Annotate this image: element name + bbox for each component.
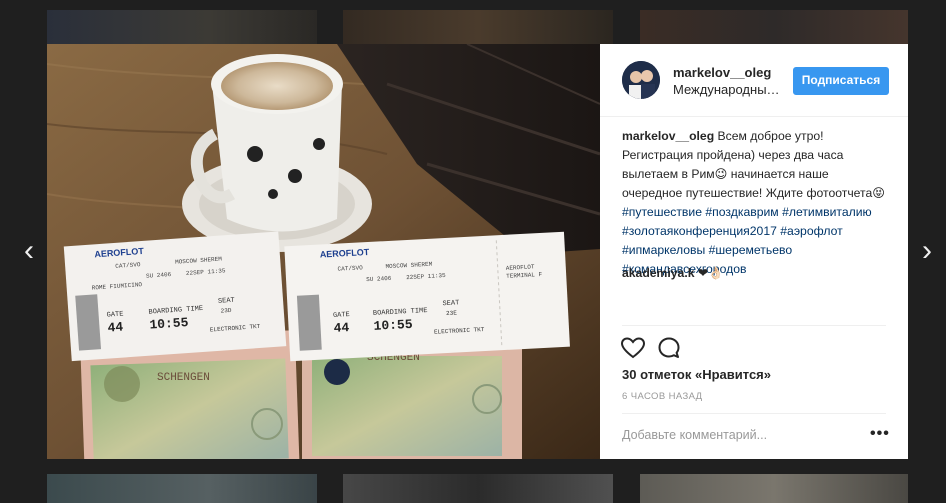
ticket-left-gate-label: GATE: [106, 310, 123, 319]
feed-thumbnail[interactable]: [640, 10, 908, 44]
post-location[interactable]: Международный аэропорт Шереметьево: [673, 82, 781, 97]
feed-thumbnail[interactable]: [640, 474, 908, 503]
feed-thumbnail[interactable]: [343, 474, 613, 503]
hashtag[interactable]: #шереметьево: [709, 243, 792, 257]
post-header: markelov__oleg Международный аэропорт Ше…: [600, 44, 908, 117]
post-timestamp: 6 ЧАСОВ НАЗАД: [622, 391, 703, 402]
post-photo[interactable]: SCHENGEN SCHENGEN AEROFLOT CAT/SVO MOSCO…: [47, 44, 600, 459]
likes-count[interactable]: 30 отметок «Нравится»: [622, 367, 771, 382]
post-photo-illustration: SCHENGEN SCHENGEN AEROFLOT CAT/SVO MOSCO…: [47, 44, 600, 459]
post-sidebar: markelov__oleg Международный аэропорт Ше…: [600, 44, 908, 459]
ticket-left-boarding-time: 10:55: [149, 315, 189, 333]
divider: [622, 413, 886, 414]
hashtag[interactable]: #путешествие: [622, 205, 702, 219]
follow-button[interactable]: Подписаться: [793, 67, 889, 95]
divider: [622, 325, 886, 326]
avatar[interactable]: [622, 61, 660, 99]
post-caption: markelov__oleg Всем доброе утро! Регистр…: [622, 127, 890, 279]
next-post-arrow[interactable]: ›: [916, 234, 938, 268]
post-username[interactable]: markelov__oleg: [673, 65, 771, 80]
caption-username[interactable]: markelov__oleg: [622, 129, 714, 143]
post-actions: [620, 335, 682, 361]
ticket-left-gate: 44: [107, 320, 124, 336]
comment-item: akademiya.k ❤👌🏻: [622, 264, 890, 283]
avatar-image: [622, 61, 660, 99]
ticket-right-seat-label: SEAT: [442, 299, 459, 308]
ticket-left-seat: 23D: [220, 307, 232, 315]
ticket-right-gate: 44: [333, 320, 350, 336]
comment-username[interactable]: akademiya.k: [622, 266, 695, 280]
hashtag[interactable]: #золотаяконференция2017: [622, 224, 777, 238]
heart-icon[interactable]: [620, 335, 646, 361]
comment-input[interactable]: [622, 426, 862, 444]
ticket-left-seat-label: SEAT: [218, 297, 235, 306]
hashtag[interactable]: #аэрофлот: [780, 224, 842, 238]
feed-thumbnail[interactable]: [343, 10, 613, 44]
post-modal: SCHENGEN SCHENGEN AEROFLOT CAT/SVO MOSCO…: [47, 44, 908, 459]
more-options-button[interactable]: •••: [870, 426, 890, 442]
hashtag[interactable]: #летимвиталию: [782, 205, 872, 219]
comment-icon[interactable]: [656, 335, 682, 361]
ticket-right-class: CAT/SVO: [337, 264, 363, 272]
ticket-right-flight: SU 2406: [366, 275, 392, 283]
previous-post-arrow[interactable]: ‹: [18, 234, 40, 268]
hashtag[interactable]: #ипмаркеловы: [622, 243, 705, 257]
ticket-right-seat: 23E: [446, 309, 458, 317]
visa-label-left: SCHENGEN: [157, 372, 210, 384]
ticket-right-gate-label: GATE: [333, 311, 350, 320]
comment-text: ❤👌🏻: [697, 266, 724, 280]
hashtag[interactable]: #поздкаврим: [705, 205, 778, 219]
feed-thumbnail[interactable]: [47, 474, 317, 503]
ticket-right-boarding-time: 10:55: [373, 317, 413, 334]
feed-thumbnail[interactable]: [47, 10, 317, 44]
